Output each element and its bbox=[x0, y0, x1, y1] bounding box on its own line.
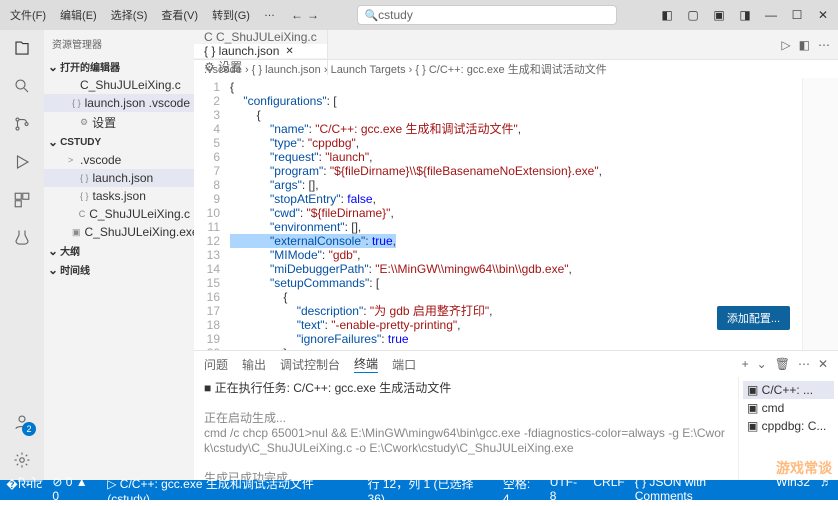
sidebar-item[interactable]: ⚙ 设置 bbox=[44, 112, 194, 133]
terminal-item[interactable]: ▣ C/C++: ... bbox=[743, 381, 834, 399]
status-item[interactable]: Win32 bbox=[776, 475, 810, 506]
menu-item[interactable]: 文件(F) bbox=[4, 4, 52, 26]
sidebar-item[interactable]: { } launch.json bbox=[44, 169, 194, 187]
terminal-item[interactable]: ▣ cppdbg: C... bbox=[743, 417, 834, 435]
close-panel-icon[interactable]: ✕ bbox=[818, 357, 828, 371]
sidebar-item[interactable]: >.vscode bbox=[44, 151, 194, 169]
menu-item[interactable]: 编辑(E) bbox=[54, 4, 103, 26]
sidebar-item[interactable]: { } tasks.json bbox=[44, 187, 194, 205]
testing-icon[interactable] bbox=[10, 226, 34, 250]
status-item[interactable]: ⊘ 0 ▲ 0 bbox=[52, 475, 97, 506]
layout-icon[interactable]: ▢ bbox=[682, 8, 704, 22]
breadcrumb[interactable]: .vscode › { } launch.json › Launch Targe… bbox=[194, 60, 838, 78]
panel-tab[interactable]: 端口 bbox=[392, 356, 416, 373]
terminal-item[interactable]: ▣ cmd bbox=[743, 399, 834, 417]
sidebar-item[interactable]: ▣ C_ShuJULeiXing.exe bbox=[44, 223, 194, 241]
search-icon[interactable] bbox=[10, 74, 34, 98]
editor-tab[interactable]: { } launch.json✕ bbox=[194, 44, 328, 58]
panel-tab[interactable]: 终端 bbox=[354, 355, 378, 373]
menu-item[interactable]: … bbox=[258, 4, 281, 26]
explorer-icon[interactable] bbox=[10, 36, 34, 60]
sidebar-item[interactable]: C_ShuJULeiXing.c bbox=[44, 76, 194, 94]
terminal[interactable]: ■ 正在执行任务: C/C++: gcc.exe 生成活动文件 正在启动生成..… bbox=[194, 377, 738, 480]
panel-tab[interactable]: 问题 bbox=[204, 356, 228, 373]
maximize-panel-icon[interactable]: ⋯ bbox=[798, 357, 810, 371]
search-input[interactable]: 🔍 cstudy bbox=[357, 5, 617, 25]
sidebar-item[interactable]: { } launch.json .vscode bbox=[44, 94, 194, 112]
search-container: 🔍 cstudy bbox=[321, 5, 654, 25]
panel-tab[interactable]: 调试控制台 bbox=[280, 356, 340, 373]
status-bar: �रिमोट⊘ 0 ▲ 0▷ C/C++: gcc.exe 生成和调试活动文件 … bbox=[0, 480, 838, 500]
sidebar-item[interactable]: C C_ShuJULeiXing.c bbox=[44, 205, 194, 223]
terminal-list: ▣ C/C++: ...▣ cmd▣ cppdbg: C... bbox=[738, 377, 838, 480]
menu-item[interactable]: 查看(V) bbox=[155, 4, 204, 26]
minimap[interactable] bbox=[802, 78, 838, 350]
account-icon[interactable]: 2 bbox=[10, 410, 34, 434]
close-tab-icon[interactable]: ✕ bbox=[285, 46, 293, 57]
panel-tab[interactable]: 输出 bbox=[242, 356, 266, 373]
layout-icon[interactable]: ▣ bbox=[708, 8, 730, 22]
layout-icon[interactable]: ◨ bbox=[734, 8, 756, 22]
run-debug-icon[interactable] bbox=[10, 150, 34, 174]
bottom-panel: 问题输出调试控制台终端端口 + ⌄ 🗑 ⋯ ✕ ■ 正在执行任务: C/C++:… bbox=[194, 350, 838, 480]
status-item[interactable]: �रिमोट bbox=[6, 475, 42, 506]
menu-bar: 文件(F)编辑(E)选择(S)查看(V)转到(G)… bbox=[4, 4, 281, 26]
editor-tab[interactable]: C C_ShuJULeiXing.c bbox=[194, 30, 328, 44]
close-icon[interactable]: ✕ bbox=[812, 8, 834, 22]
line-gutter: 12345678910111213141516171819202122 bbox=[194, 78, 230, 350]
split-icon[interactable]: ◧ bbox=[799, 38, 810, 52]
activity-bar: 2 bbox=[0, 30, 44, 480]
more-icon[interactable]: ⋯ bbox=[818, 38, 830, 52]
source-control-icon[interactable] bbox=[10, 112, 34, 136]
sidebar: 资源管理器 ⌄ 打开的编辑器C_ShuJULeiXing.c{ } launch… bbox=[44, 30, 194, 480]
trash-icon[interactable]: 🗑 bbox=[775, 357, 790, 371]
nav-fwd-icon[interactable]: → bbox=[307, 8, 319, 22]
new-terminal-icon[interactable]: + bbox=[742, 357, 749, 371]
sidebar-section[interactable]: ⌄ 打开的编辑器 bbox=[44, 57, 194, 76]
extensions-icon[interactable] bbox=[10, 188, 34, 212]
maximize-icon[interactable]: ☐ bbox=[786, 8, 808, 22]
add-config-button[interactable]: 添加配置... bbox=[717, 306, 790, 330]
sidebar-section[interactable]: ⌄ CSTUDY bbox=[44, 133, 194, 151]
nav-controls: ← → bbox=[291, 8, 319, 22]
menu-item[interactable]: 转到(G) bbox=[206, 4, 256, 26]
sidebar-section[interactable]: ⌄ 时间线 bbox=[44, 260, 194, 279]
status-item[interactable]: ♬ bbox=[820, 475, 832, 506]
dropdown-icon[interactable]: ⌄ bbox=[757, 357, 767, 371]
nav-back-icon[interactable]: ← bbox=[291, 8, 303, 22]
title-bar: 文件(F)编辑(E)选择(S)查看(V)转到(G)… ← → 🔍 cstudy … bbox=[0, 0, 838, 30]
minimize-icon[interactable]: — bbox=[760, 8, 782, 22]
editor-tabs: C C_ShuJULeiXing.c{ } launch.json✕⚙ 设置 ▷… bbox=[194, 30, 838, 60]
layout-icon[interactable]: ◧ bbox=[656, 8, 678, 22]
menu-item[interactable]: 选择(S) bbox=[105, 4, 154, 26]
sidebar-title: 资源管理器 bbox=[44, 30, 194, 57]
settings-icon[interactable] bbox=[10, 448, 34, 472]
run-icon[interactable]: ▷ bbox=[781, 38, 790, 52]
sidebar-section[interactable]: ⌄ 大纲 bbox=[44, 241, 194, 260]
